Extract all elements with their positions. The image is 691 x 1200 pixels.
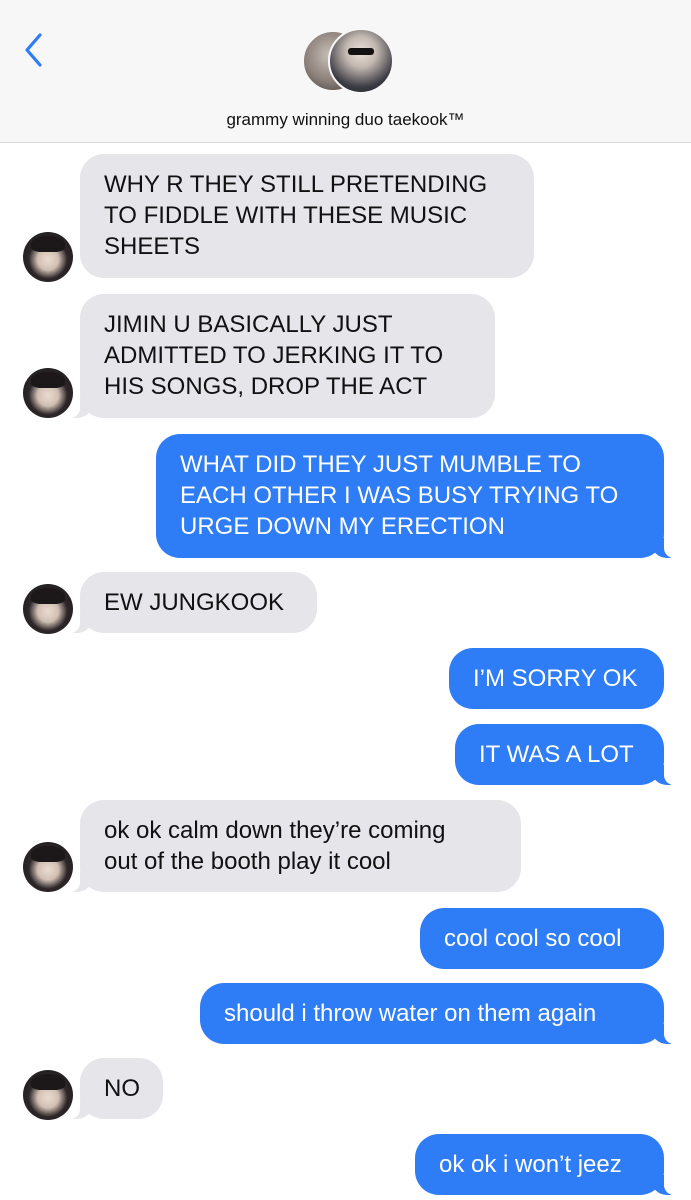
sent-message[interactable]: I’M SORRY OK xyxy=(449,648,664,709)
received-message[interactable]: ok ok calm down they’re coming out of th… xyxy=(66,800,521,892)
sent-message[interactable]: should i throw water on them again xyxy=(200,983,678,1044)
received-message[interactable]: NO xyxy=(66,1058,163,1119)
group-avatar[interactable] xyxy=(300,28,394,102)
contact-name[interactable]: grammy winning duo taekook™ xyxy=(0,110,691,130)
sender-avatar xyxy=(23,232,73,282)
sent-message[interactable]: ok ok i won’t jeez xyxy=(415,1134,678,1195)
chevron-left-icon[interactable] xyxy=(20,30,50,70)
sent-message[interactable]: WHAT DID THEY JUST MUMBLE TO EACH OTHER … xyxy=(156,434,678,558)
received-message[interactable]: EW JUNGKOOK xyxy=(66,572,317,633)
conversation-header: grammy winning duo taekook™ xyxy=(0,0,691,143)
contact-avatar-front xyxy=(328,28,394,94)
received-message[interactable]: JIMIN U BASICALLY JUST ADMITTED TO JERKI… xyxy=(66,294,495,418)
sender-avatar xyxy=(23,368,73,418)
sent-message[interactable]: IT WAS A LOT xyxy=(455,724,678,785)
sent-message[interactable]: cool cool so cool xyxy=(420,908,664,969)
sender-avatar xyxy=(23,584,73,634)
sender-avatar xyxy=(23,842,73,892)
sender-avatar xyxy=(23,1070,73,1120)
received-message[interactable]: WHY R THEY STILL PRETENDING TO FIDDLE WI… xyxy=(80,154,534,278)
